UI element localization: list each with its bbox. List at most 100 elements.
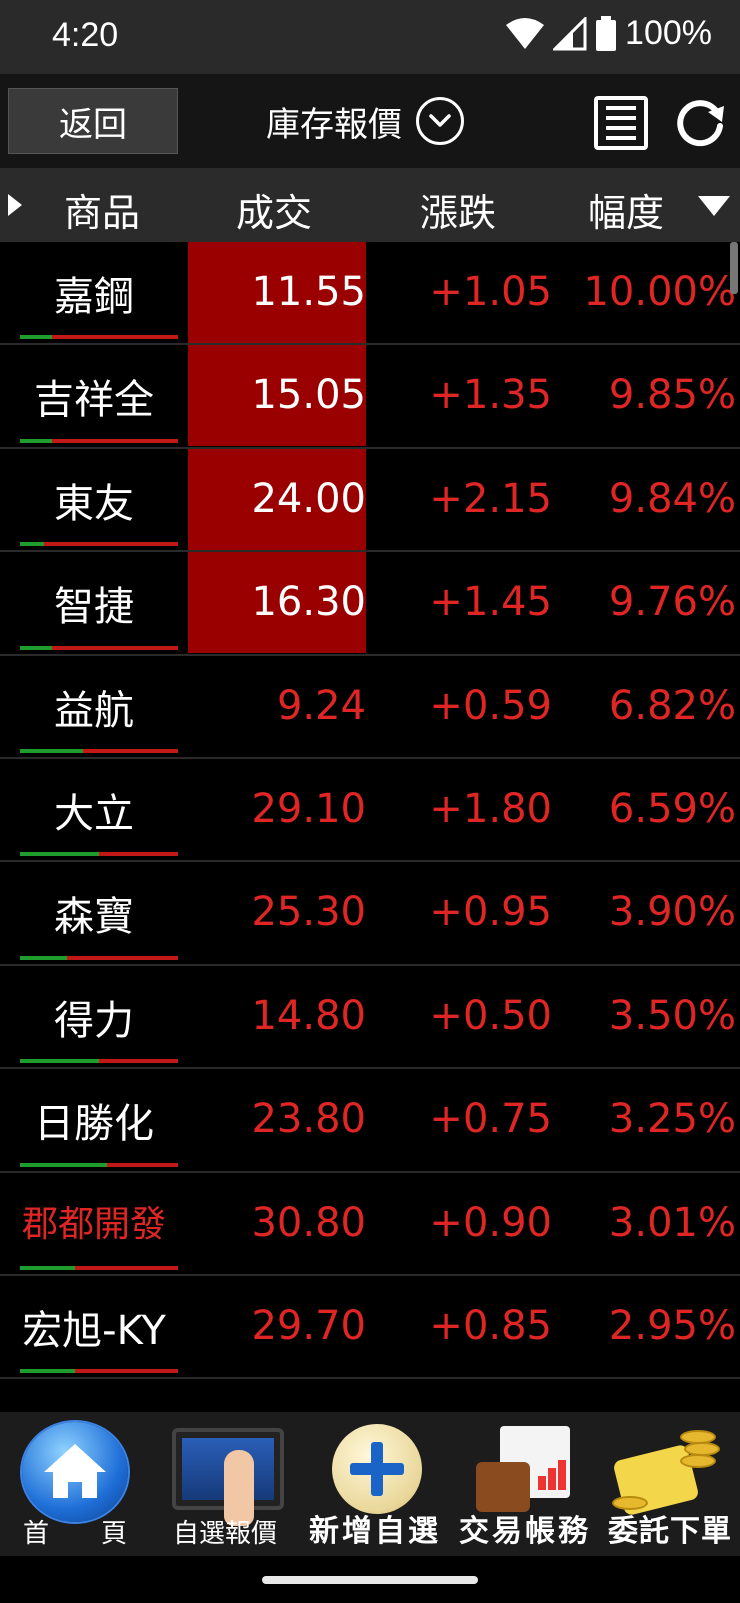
plus-icon <box>332 1424 422 1514</box>
status-time: 4:20 <box>52 16 119 54</box>
last-price: 16.30 <box>188 552 366 654</box>
percent-change: 3.25% <box>608 1096 736 1143</box>
percent-change: 6.59% <box>608 785 736 832</box>
toolbar-watchlist[interactable]: 自選報價 <box>150 1412 300 1556</box>
page-title-selector[interactable]: 庫存報價 <box>266 88 464 154</box>
price-change: +1.45 <box>429 579 552 626</box>
tablet-icon <box>172 1428 284 1526</box>
toolbar-home[interactable]: 首 頁 <box>0 1412 150 1556</box>
wallet-icon <box>476 1426 576 1518</box>
price-change: +1.05 <box>429 269 552 315</box>
last-price: 11.55 <box>188 242 366 343</box>
nav-bar: 返回 庫存報價 <box>0 74 740 168</box>
price-change: +1.35 <box>429 372 552 419</box>
toolbar-order-label: 委託下單 <box>608 1514 732 1549</box>
status-icons: 100% <box>505 14 712 53</box>
table-row[interactable]: 益航 9.24 +0.59 6.82% <box>0 656 740 759</box>
page-title: 庫存報價 <box>266 104 402 145</box>
percent-change: 3.50% <box>608 992 736 1039</box>
stock-name: 嘉鋼 <box>54 274 134 320</box>
bid-ask-bar <box>20 438 178 443</box>
table-row[interactable]: 宏旭-KY 29.70 +0.85 2.95% <box>0 1276 740 1380</box>
column-name[interactable]: 商品 <box>64 182 140 237</box>
table-row[interactable]: 吉祥全 15.05 +1.35 9.85% <box>0 345 740 449</box>
stock-name: 得力 <box>54 997 134 1044</box>
last-price: 30.80 <box>251 1199 366 1246</box>
toolbar-add-watch[interactable]: 新增自選 <box>300 1412 450 1556</box>
battery-icon <box>596 15 617 51</box>
stock-name: 智捷 <box>54 584 134 631</box>
stock-name: 東友 <box>54 480 134 527</box>
price-change: +0.95 <box>429 889 552 936</box>
table-row[interactable]: 得力 14.80 +0.50 3.50% <box>0 966 740 1070</box>
stock-name: 郡都開發 <box>21 1203 166 1245</box>
list-icon[interactable] <box>594 96 648 150</box>
price-change: +0.50 <box>429 992 552 1039</box>
bid-ask-bar <box>20 748 178 753</box>
bid-ask-bar <box>20 1162 178 1167</box>
column-header: 商品 成交 漲跌 幅度 <box>0 168 740 242</box>
price-change: +2.15 <box>429 475 552 522</box>
price-change: +0.85 <box>429 1302 552 1349</box>
gesture-handle[interactable] <box>262 1576 478 1584</box>
toolbar-order[interactable]: 委託下單 <box>600 1412 740 1556</box>
table-row[interactable]: 郡都開發 30.80 +0.90 3.01% <box>0 1173 740 1276</box>
toolbar-account[interactable]: 交易帳務 <box>450 1412 600 1556</box>
price-change: +1.80 <box>429 785 552 832</box>
price-change: +0.90 <box>429 1199 552 1246</box>
bid-ask-bar <box>20 1369 178 1374</box>
percent-change: 9.84% <box>608 475 736 522</box>
percent-change: 3.01% <box>608 1199 736 1246</box>
percent-change: 3.90% <box>608 889 736 936</box>
last-price: 23.80 <box>251 1096 366 1143</box>
bid-ask-bar <box>20 852 178 857</box>
refresh-icon[interactable] <box>672 94 728 150</box>
toolbar-watchlist-label: 自選報價 <box>172 1519 277 1549</box>
column-price[interactable]: 成交 <box>236 182 312 237</box>
scrollbar[interactable] <box>730 242 738 294</box>
column-change[interactable]: 漲跌 <box>420 182 496 237</box>
toolbar-home-label: 首 頁 <box>22 1519 127 1549</box>
percent-change: 6.82% <box>608 682 736 729</box>
bid-ask-bar <box>20 1059 178 1064</box>
toolbar-account-label: 交易帳務 <box>459 1514 591 1549</box>
last-price: 29.70 <box>251 1302 366 1349</box>
table-row[interactable]: 日勝化 23.80 +0.75 3.25% <box>0 1069 740 1173</box>
bid-ask-bar <box>20 335 178 340</box>
sort-down-icon[interactable] <box>698 196 730 216</box>
chevron-down-icon[interactable] <box>416 97 464 145</box>
last-price: 24.00 <box>188 448 366 550</box>
percent-change: 10.00% <box>583 269 736 315</box>
wifi-icon <box>506 17 545 49</box>
last-price: 15.05 <box>188 345 366 447</box>
expand-arrow-icon[interactable] <box>8 194 22 216</box>
toolbar-add-watch-label: 新增自選 <box>309 1514 441 1549</box>
last-price: 14.80 <box>251 992 366 1039</box>
stock-name: 大立 <box>54 790 134 837</box>
stock-name: 益航 <box>54 687 134 734</box>
table-row[interactable]: 嘉鋼 11.55 +1.05 10.00% <box>0 242 740 346</box>
column-pct[interactable]: 幅度 <box>588 182 664 237</box>
stock-name: 森寶 <box>54 894 134 941</box>
battery-level: 100% <box>625 14 712 52</box>
table-row[interactable]: 大立 29.10 +1.80 6.59% <box>0 759 740 863</box>
price-change: +0.59 <box>429 682 552 729</box>
table-row[interactable]: 森寶 25.30 +0.95 3.90% <box>0 862 740 966</box>
percent-change: 2.95% <box>608 1302 736 1349</box>
percent-change: 9.85% <box>608 372 736 419</box>
stock-name: 日勝化 <box>34 1101 154 1148</box>
last-price: 9.24 <box>276 682 366 729</box>
bid-ask-bar <box>20 955 178 960</box>
home-icon <box>22 1422 128 1522</box>
price-change: +0.75 <box>429 1096 552 1143</box>
back-button[interactable]: 返回 <box>8 88 178 154</box>
stock-name: 吉祥全 <box>34 377 154 424</box>
table-row[interactable]: 智捷 16.30 +1.45 9.76% <box>0 552 740 656</box>
signal-icon <box>553 16 587 50</box>
bid-ask-bar <box>20 645 178 650</box>
bid-ask-bar <box>20 1265 178 1270</box>
bottom-toolbar: 首 頁 自選報價 新增自選 交易帳務 委託下單 <box>0 1412 740 1556</box>
quote-list[interactable]: 嘉鋼 11.55 +1.05 10.00% 吉祥全 15.05 +1.35 9.85% 東友 24… <box>0 242 740 1412</box>
table-row[interactable]: 東友 24.00 +2.15 9.84% <box>0 448 740 553</box>
last-price: 29.10 <box>251 785 366 832</box>
